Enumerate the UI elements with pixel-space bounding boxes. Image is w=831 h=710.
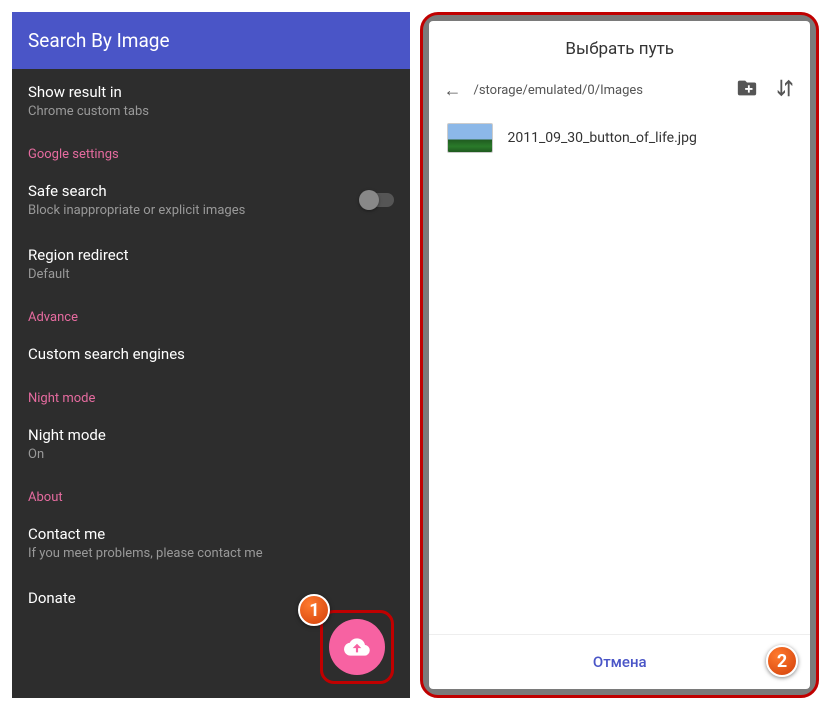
item-title: Custom search engines bbox=[28, 345, 394, 363]
sort-button[interactable] bbox=[774, 77, 796, 103]
back-arrow-icon[interactable]: ← bbox=[443, 80, 461, 101]
item-title: Donate bbox=[28, 589, 394, 607]
file-picker-screen: Выбрать путь ← /storage/emulated/0/Image… bbox=[420, 12, 819, 698]
item-contact[interactable]: Contact me If you meet problems, please … bbox=[12, 511, 410, 575]
item-subtitle: Default bbox=[28, 267, 394, 282]
item-show-result[interactable]: Show result in Chrome custom tabs bbox=[12, 69, 410, 133]
file-list[interactable]: 2011_09_30_button_of_life.jpg bbox=[429, 111, 810, 634]
item-title: Contact me bbox=[28, 525, 394, 543]
item-subtitle: Chrome custom tabs bbox=[28, 104, 394, 119]
item-safe-search[interactable]: Safe search Block inappropriate or expli… bbox=[12, 168, 410, 232]
item-title: Region redirect bbox=[28, 246, 394, 264]
header-advance: Advance bbox=[12, 296, 410, 331]
safe-search-switch[interactable] bbox=[360, 193, 394, 207]
file-item[interactable]: 2011_09_30_button_of_life.jpg bbox=[429, 111, 810, 165]
header-google: Google settings bbox=[12, 133, 410, 168]
callout-badge-2: 2 bbox=[766, 645, 798, 677]
folder-plus-icon bbox=[736, 77, 758, 99]
cancel-button[interactable]: Отмена bbox=[429, 634, 810, 689]
file-picker-dialog: Выбрать путь ← /storage/emulated/0/Image… bbox=[429, 21, 810, 689]
settings-screen: Search By Image Show result in Chrome cu… bbox=[12, 12, 410, 698]
current-path: /storage/emulated/0/Images bbox=[473, 83, 724, 98]
header-night: Night mode bbox=[12, 377, 410, 412]
fab-highlight bbox=[320, 610, 394, 684]
item-subtitle: Block inappropriate or explicit images bbox=[28, 203, 357, 218]
item-title: Night mode bbox=[28, 426, 394, 444]
settings-list[interactable]: Show result in Chrome custom tabs Google… bbox=[12, 69, 410, 698]
item-region-redirect[interactable]: Region redirect Default bbox=[12, 232, 410, 296]
item-subtitle: If you meet problems, please contact me bbox=[28, 546, 394, 561]
item-night-mode[interactable]: Night mode On bbox=[12, 412, 410, 476]
item-subtitle: On bbox=[28, 447, 394, 462]
sort-icon bbox=[774, 77, 796, 99]
header-about: About bbox=[12, 476, 410, 511]
item-title: Safe search bbox=[28, 182, 357, 200]
item-title: Show result in bbox=[28, 83, 394, 101]
upload-fab[interactable] bbox=[329, 619, 385, 675]
new-folder-button[interactable] bbox=[736, 77, 758, 103]
app-title: Search By Image bbox=[28, 29, 170, 52]
dialog-title: Выбрать путь bbox=[429, 21, 810, 69]
cloud-upload-icon bbox=[344, 634, 370, 660]
image-thumbnail bbox=[447, 123, 493, 153]
appbar: Search By Image bbox=[12, 12, 410, 69]
file-name: 2011_09_30_button_of_life.jpg bbox=[507, 130, 696, 146]
path-row: ← /storage/emulated/0/Images bbox=[429, 69, 810, 111]
item-custom-engines[interactable]: Custom search engines bbox=[12, 331, 410, 377]
